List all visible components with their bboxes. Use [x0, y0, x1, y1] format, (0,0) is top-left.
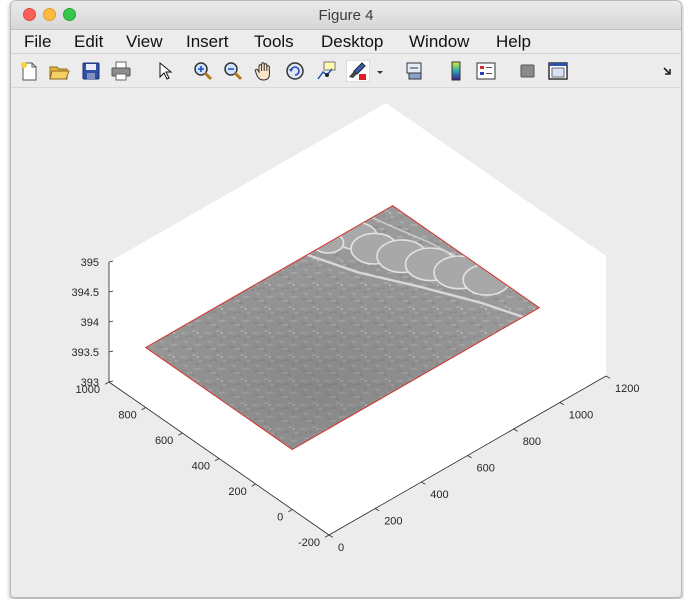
- y-tick-label: 0: [277, 512, 283, 524]
- z-tick-label: 395: [81, 257, 99, 269]
- y-tick-label: 400: [192, 461, 210, 473]
- print-icon[interactable]: [110, 60, 132, 82]
- y-tick-mark: [178, 432, 183, 436]
- link-plot-icon[interactable]: [403, 60, 425, 82]
- z-tick-label: 394.5: [71, 287, 99, 299]
- y-tick-mark: [324, 534, 330, 538]
- x-tick-label: 1200: [615, 383, 639, 395]
- zoom-out-icon[interactable]: [222, 60, 244, 82]
- x-tick-label: 0: [338, 542, 344, 554]
- x-tick-label: 1000: [569, 410, 593, 422]
- y-tick-mark: [251, 483, 256, 487]
- menu-bar: File Edit View Insert Tools Desktop Wind…: [11, 30, 681, 54]
- y-tick-mark: [214, 458, 220, 462]
- z-tick-label: 394: [81, 317, 99, 329]
- save-icon[interactable]: [80, 60, 102, 82]
- edit-plot-arrow-icon[interactable]: [154, 60, 176, 82]
- menu-insert[interactable]: Insert: [186, 32, 229, 52]
- menu-desktop[interactable]: Desktop: [321, 32, 383, 52]
- z-tick-label: 393.5: [71, 347, 99, 359]
- menu-file[interactable]: File: [24, 32, 51, 52]
- x-tick-label: 200: [384, 516, 402, 528]
- pan-hand-icon[interactable]: [253, 60, 275, 82]
- figure-canvas: 0 200 400 600 800 1000 1200 -200 0 200 400 600 800 10…: [11, 88, 681, 597]
- figure-toolbar: [11, 54, 681, 88]
- open-file-icon[interactable]: [48, 60, 70, 82]
- y-tick-mark: [141, 407, 146, 411]
- y-tick-label: -200: [298, 537, 320, 549]
- menu-edit[interactable]: Edit: [74, 32, 103, 52]
- z-tick-label: 393: [81, 377, 99, 389]
- menu-tools[interactable]: Tools: [254, 32, 294, 52]
- data-cursor-icon[interactable]: [315, 60, 337, 82]
- hide-plot-tools-icon[interactable]: [517, 60, 539, 82]
- x-tick-label: 600: [477, 463, 495, 475]
- brush-icon[interactable]: [346, 60, 370, 82]
- zoom-in-icon[interactable]: [192, 60, 214, 82]
- window-title: Figure 4: [318, 7, 374, 24]
- menu-help[interactable]: Help: [496, 32, 531, 52]
- new-figure-icon[interactable]: [18, 60, 40, 82]
- figure-window: Figure 4 File Edit View Insert Tools Des…: [10, 0, 682, 598]
- menu-window[interactable]: Window: [409, 32, 469, 52]
- show-plot-tools-icon[interactable]: [547, 60, 569, 82]
- x-tick-mark: [467, 455, 472, 459]
- y-tick-label: 600: [155, 435, 173, 447]
- y-tick-mark: [288, 509, 293, 513]
- dock-icon[interactable]: [661, 60, 675, 82]
- rotate-3d-icon[interactable]: [284, 60, 306, 82]
- legend-icon[interactable]: [475, 60, 497, 82]
- x-tick-mark: [328, 534, 334, 538]
- y-tick-label: 800: [118, 410, 136, 422]
- y-tick-mark: [104, 381, 110, 385]
- title-bar[interactable]: Figure 4: [11, 1, 681, 30]
- x-tick-mark: [374, 508, 380, 512]
- x-tick-label: 800: [523, 436, 541, 448]
- x-tick-mark: [559, 402, 565, 406]
- x-tick-mark: [513, 428, 518, 432]
- surface-plot[interactable]: 020040060080010001200-200020040060080010…: [11, 88, 681, 597]
- x-tick-mark: [605, 375, 611, 379]
- brush-dropdown-icon[interactable]: [375, 60, 385, 82]
- x-tick-mark: [421, 481, 426, 485]
- menu-view[interactable]: View: [126, 32, 163, 52]
- x-tick-label: 400: [430, 489, 448, 501]
- colorbar-icon[interactable]: [445, 60, 467, 82]
- y-tick-label: 200: [228, 486, 246, 498]
